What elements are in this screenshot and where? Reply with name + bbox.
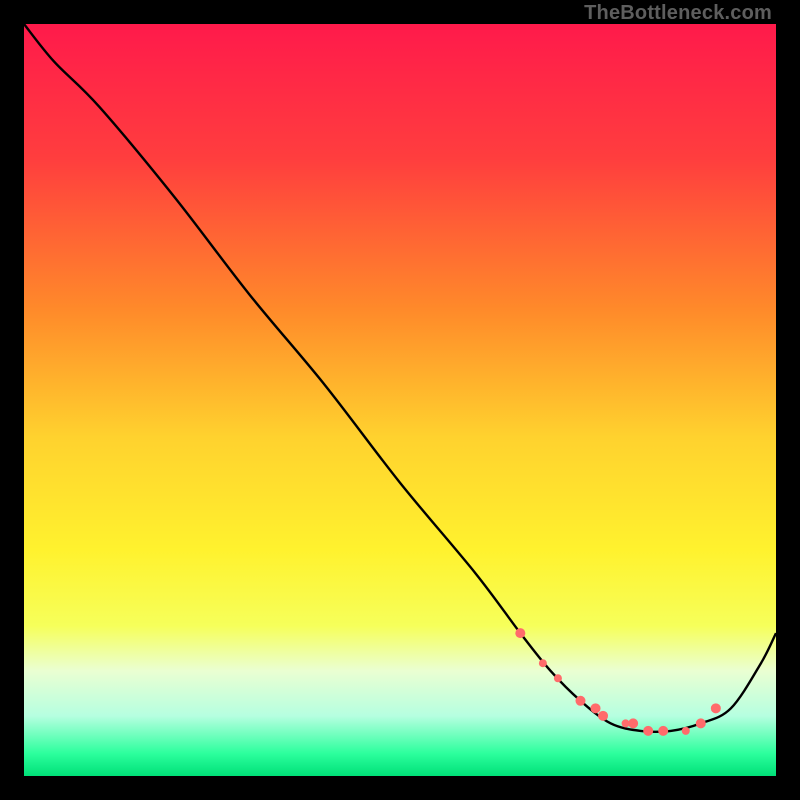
marker-point <box>658 726 668 736</box>
marker-point <box>554 674 562 682</box>
marker-point <box>515 628 525 638</box>
chart-frame <box>24 24 776 776</box>
gradient-background <box>24 24 776 776</box>
marker-point <box>575 696 585 706</box>
marker-point <box>539 659 547 667</box>
marker-point <box>598 711 608 721</box>
watermark-text: TheBottleneck.com <box>584 2 772 25</box>
marker-point <box>591 703 601 713</box>
chart-svg <box>24 24 776 776</box>
marker-point <box>643 726 653 736</box>
marker-point <box>628 718 638 728</box>
marker-point <box>682 727 690 735</box>
marker-point <box>711 703 721 713</box>
marker-point <box>696 718 706 728</box>
